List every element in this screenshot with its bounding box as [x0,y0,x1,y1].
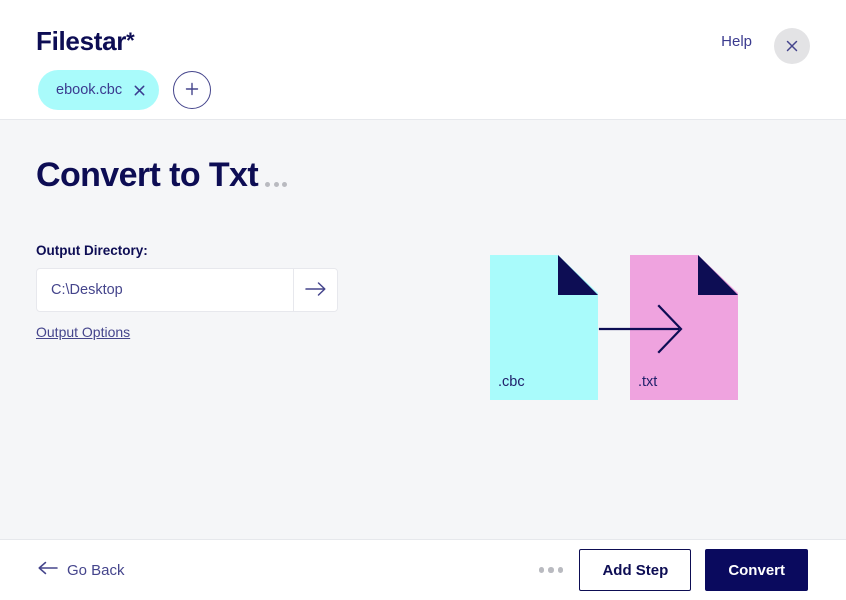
plus-icon [185,82,199,99]
app-logo: Filestar* [36,26,135,56]
source-file-extension: .cbc [498,374,525,390]
dot [538,567,545,573]
conversion-graphic: .cbc .txt [490,255,748,400]
help-link[interactable]: Help [721,33,752,50]
app-logo-text: Filestar [36,26,127,56]
target-file-extension: .txt [638,374,658,390]
output-directory-label: Output Directory: [36,243,148,258]
dot [282,182,288,187]
filestar-window: Filestar* Help ebook.cbc Convert to Txt … [0,0,846,600]
close-window-button[interactable] [774,28,810,64]
dot [273,182,279,187]
app-header: Filestar* Help ebook.cbc [0,0,846,120]
file-chips-row: ebook.cbc [38,70,212,110]
go-back-label: Go Back [67,561,125,579]
output-directory-field[interactable] [36,268,338,312]
source-file-graphic: .cbc [490,255,598,400]
arrow-right-icon [304,281,327,300]
arrow-left-icon [38,561,58,579]
close-icon [786,40,798,52]
close-icon[interactable] [134,85,145,96]
output-directory-go-button[interactable] [293,269,337,311]
target-file-fold-icon [698,255,738,295]
dot [548,567,554,573]
page-title-row: Convert to Txt [36,156,288,194]
source-file-fold-icon [558,255,598,295]
go-back-button[interactable]: Go Back [38,561,125,579]
dot [265,182,271,187]
file-chip-label: ebook.cbc [56,82,123,98]
ellipsis-icon[interactable] [538,567,564,573]
target-file-graphic: .txt [630,255,738,400]
main-content: Convert to Txt Output Directory: C:\Desk… [0,120,846,540]
output-options-link[interactable]: Output Options [36,324,130,340]
add-step-button[interactable]: Add Step [579,549,692,591]
app-footer: Go Back Add Step Convert [0,540,846,600]
dot [557,567,564,573]
output-directory-input[interactable] [37,269,293,311]
footer-actions: Add Step Convert [538,549,808,591]
file-chip[interactable]: ebook.cbc [38,70,160,110]
page-title: Convert to Txt [36,156,259,194]
convert-button[interactable]: Convert [705,549,808,591]
add-file-button[interactable] [173,71,212,109]
output-directory-block: Output Directory: Output Options [36,243,338,342]
app-logo-star: * [126,28,135,53]
ellipsis-icon[interactable] [262,182,288,192]
